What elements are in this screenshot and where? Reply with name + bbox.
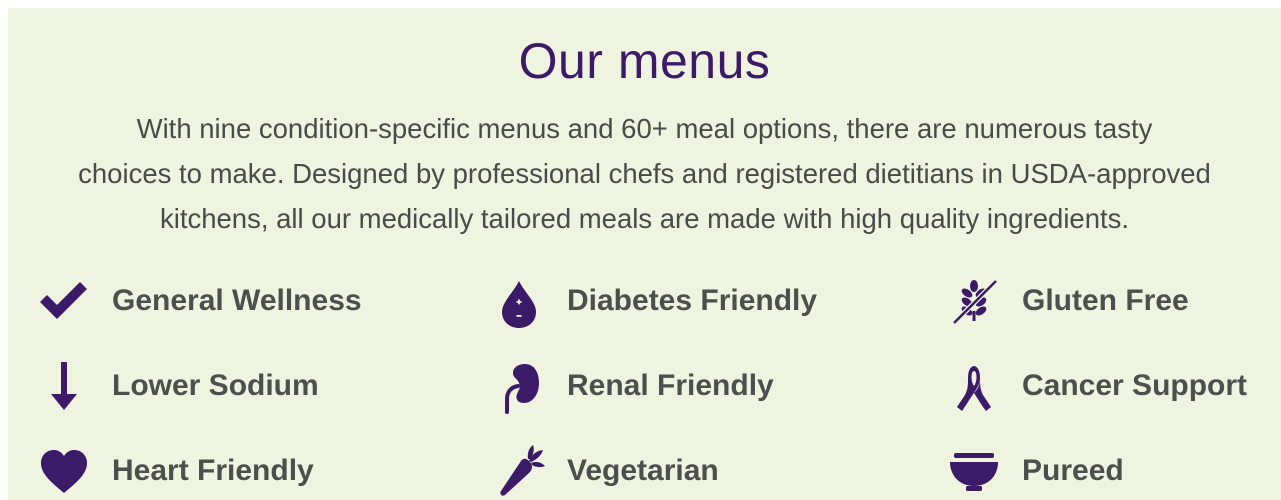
menu-item-label: Heart Friendly bbox=[112, 454, 314, 487]
intro-line: kitchens, all our medically tailored mea… bbox=[159, 203, 1130, 234]
ribbon-icon bbox=[946, 356, 1002, 416]
down-arrow-icon bbox=[36, 356, 92, 416]
menu-item-vegetarian[interactable]: Vegetarian bbox=[491, 441, 911, 500]
menu-item-label: Gluten Free bbox=[1022, 284, 1189, 317]
menu-item-label: General Wellness bbox=[112, 284, 362, 317]
menu-item-label: Diabetes Friendly bbox=[567, 284, 818, 317]
menu-item-label: Vegetarian bbox=[567, 454, 719, 487]
menu-item-label: Cancer Support bbox=[1022, 369, 1248, 402]
menu-item-pureed[interactable]: Pureed bbox=[946, 441, 1276, 500]
wheat-crossed-icon bbox=[946, 271, 1002, 331]
bowl-icon bbox=[946, 441, 1002, 500]
menu-item-lower-sodium[interactable]: Lower Sodium bbox=[36, 356, 456, 416]
carrot-icon bbox=[491, 441, 547, 500]
menu-item-diabetes-friendly[interactable]: Diabetes Friendly bbox=[491, 271, 911, 331]
intro-paragraph: With nine condition-specific menus and 6… bbox=[8, 106, 1281, 241]
menu-item-general-wellness[interactable]: General Wellness bbox=[36, 271, 456, 331]
intro-line: With nine condition-specific menus and 6… bbox=[136, 113, 1153, 144]
menu-item-gluten-free[interactable]: Gluten Free bbox=[946, 271, 1276, 331]
menu-item-cancer-support[interactable]: Cancer Support bbox=[946, 356, 1276, 416]
page-title: Our menus bbox=[518, 33, 771, 89]
heart-icon bbox=[36, 441, 92, 500]
menu-item-heart-friendly[interactable]: Heart Friendly bbox=[36, 441, 456, 500]
menu-item-renal-friendly[interactable]: Renal Friendly bbox=[491, 356, 911, 416]
menu-item-label: Renal Friendly bbox=[567, 369, 774, 402]
intro-line: choices to make. Designed by professiona… bbox=[78, 158, 1211, 189]
checkmark-icon bbox=[36, 271, 92, 331]
menus-section: Our menus With nine condition-specific m… bbox=[8, 8, 1281, 500]
kidney-icon bbox=[491, 356, 547, 416]
blood-drop-icon bbox=[491, 271, 547, 331]
menu-item-label: Lower Sodium bbox=[112, 369, 319, 402]
menu-item-label: Pureed bbox=[1022, 454, 1124, 487]
